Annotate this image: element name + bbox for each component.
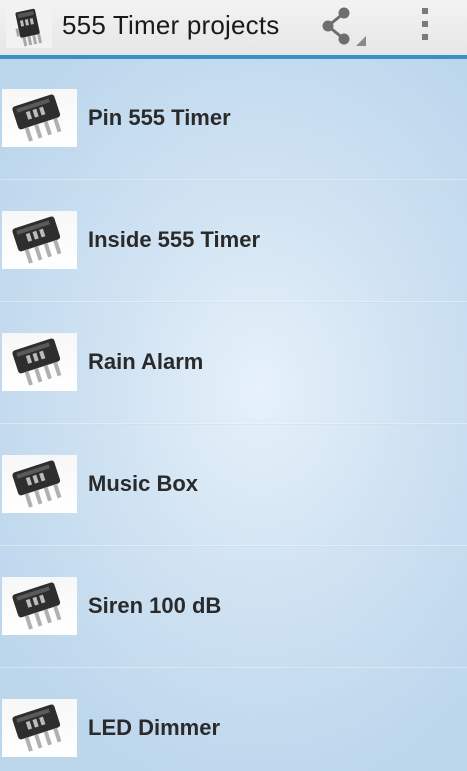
ic555-chip-icon xyxy=(12,216,62,264)
list-item[interactable]: Rain Alarm xyxy=(0,303,467,425)
ic555-chip-icon xyxy=(12,704,62,752)
overflow-menu-button[interactable] xyxy=(410,4,444,48)
list-item-thumbnail xyxy=(2,333,77,391)
list-item[interactable]: Inside 555 Timer xyxy=(0,181,467,303)
list-item[interactable]: Pin 555 Timer xyxy=(0,59,467,181)
ic555-chip-icon xyxy=(12,338,62,386)
list-item[interactable]: LED Dimmer xyxy=(0,669,467,771)
list-item-thumbnail xyxy=(2,211,77,269)
list-item[interactable]: Music Box xyxy=(0,425,467,547)
list-item-thumbnail xyxy=(2,89,77,147)
list-item-thumbnail xyxy=(2,455,77,513)
share-button[interactable] xyxy=(318,4,368,48)
list-item-label: Pin 555 Timer xyxy=(88,105,231,130)
app-title: 555 Timer projects xyxy=(62,10,280,40)
list-item-label: Music Box xyxy=(88,471,199,496)
ic555-chip-icon xyxy=(12,582,62,630)
share-icon xyxy=(322,7,366,46)
ic555-chip-icon xyxy=(12,460,62,508)
ic555-chip-icon xyxy=(12,94,62,142)
list-item-label: LED Dimmer xyxy=(88,715,221,740)
action-bar: 555 Timer projects xyxy=(0,0,467,59)
list-item-thumbnail xyxy=(2,699,77,757)
app-icon[interactable] xyxy=(6,2,52,48)
overflow-menu-icon xyxy=(422,8,428,40)
ic555-chip-icon xyxy=(15,8,42,47)
list-item-label: Inside 555 Timer xyxy=(88,227,261,252)
list-item-thumbnail xyxy=(2,577,77,635)
list-item-label: Siren 100 dB xyxy=(88,593,222,618)
project-list: Pin 555 Timer Inside 555 Timer Rain Alar… xyxy=(0,59,467,771)
list-item-label: Rain Alarm xyxy=(88,349,204,374)
list-item[interactable]: Siren 100 dB xyxy=(0,547,467,669)
